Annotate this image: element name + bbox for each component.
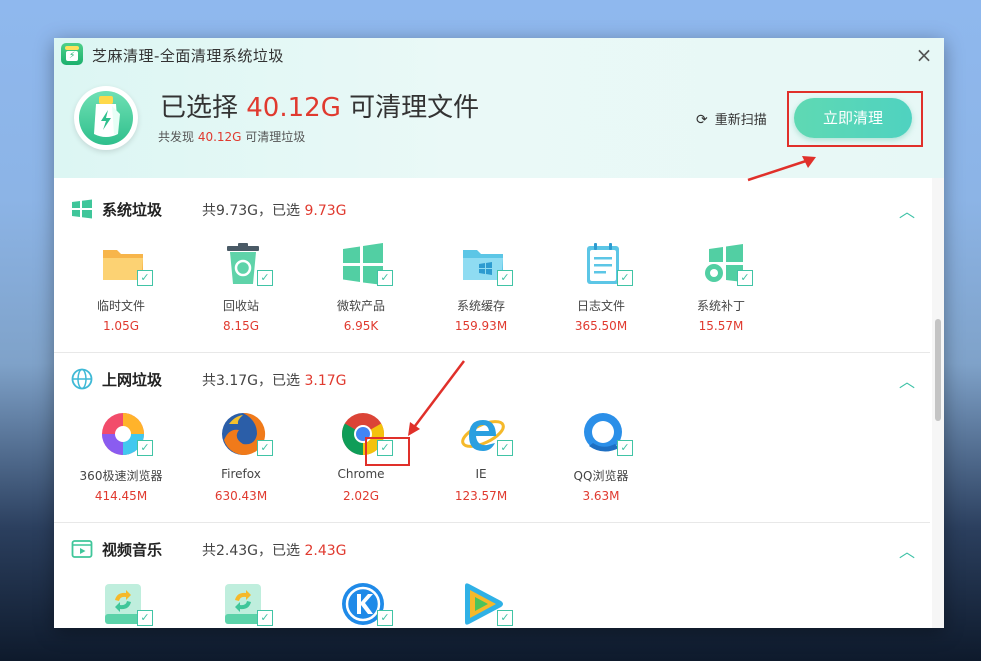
found-summary: 共发现 40.12G 可清理垃圾 bbox=[158, 128, 305, 145]
item-log-files[interactable]: ✓ 日志文件 365.50M bbox=[546, 240, 656, 340]
checkbox-checked[interactable]: ✓ bbox=[617, 270, 633, 286]
video-icon bbox=[71, 540, 93, 558]
junk-list: 系统垃圾 共9.73G，已选 9.73G ︿ ✓ 临时文件 1.05G ✓ 回收… bbox=[54, 178, 944, 628]
rescan-label: 重新扫描 bbox=[714, 113, 767, 128]
checkbox-checked[interactable]: ✓ bbox=[497, 610, 513, 626]
sub-suffix: 可清理垃圾 bbox=[241, 130, 306, 144]
checkbox-checked[interactable]: ✓ bbox=[377, 270, 393, 286]
item-microsoft-products[interactable]: ✓ 微软产品 6.95K bbox=[306, 240, 416, 340]
checkbox-checked[interactable]: ✓ bbox=[737, 270, 753, 286]
item-name: 微软产品 bbox=[336, 299, 385, 313]
checkbox-checked[interactable]: ✓ bbox=[377, 440, 393, 456]
section-web-junk: 上网垃圾 共3.17G，已选 3.17G ︿ ✓ 360极速浏览器 414.45… bbox=[54, 348, 930, 518]
stat-selected: 2.43G bbox=[304, 543, 347, 559]
window-title: 芝麻清理-全面清理系统垃圾 bbox=[92, 47, 284, 65]
stat-prefix: 共9.73G，已选 bbox=[202, 203, 305, 219]
item-size: 123.57M bbox=[454, 489, 508, 503]
section-system-junk: 系统垃圾 共9.73G，已选 9.73G ︿ ✓ 临时文件 1.05G ✓ 回收… bbox=[54, 178, 930, 348]
item-name: 回收站 bbox=[222, 299, 259, 313]
item-chrome[interactable]: ✓ Chrome 2.02G bbox=[306, 410, 416, 510]
item-size: 630.43M bbox=[214, 489, 268, 503]
headline-amount: 40.12G bbox=[246, 93, 341, 123]
chevron-up-icon[interactable]: ︿ bbox=[899, 538, 917, 561]
chevron-up-icon[interactable]: ︿ bbox=[899, 198, 917, 221]
rescan-button[interactable]: ⟳ 重新扫描 bbox=[696, 109, 767, 128]
item-kugou[interactable]: ✓ bbox=[306, 580, 416, 628]
item-360-browser[interactable]: ✓ 360极速浏览器 414.45M bbox=[66, 410, 176, 510]
app-window: ⚡ 芝麻清理-全面清理系统垃圾 × 已选择 40.12G 可清理文件 共发现 4… bbox=[54, 38, 944, 628]
item-firefox[interactable]: ✓ Firefox 630.43M bbox=[186, 410, 296, 510]
item-size: 414.45M bbox=[94, 489, 148, 503]
section-stat: 共9.73G，已选 9.73G bbox=[202, 200, 347, 220]
section-stat: 共3.17G，已选 3.17G bbox=[202, 370, 347, 390]
item-size: 15.57M bbox=[698, 319, 744, 333]
checkbox-checked[interactable]: ✓ bbox=[137, 270, 153, 286]
item-qq-browser[interactable]: ✓ QQ浏览器 3.63M bbox=[546, 410, 656, 510]
app-logo-icon: ⚡ bbox=[61, 43, 83, 65]
item-name: 日志文件 bbox=[576, 299, 625, 313]
section-title: 视频音乐 bbox=[102, 541, 163, 559]
item-size: 365.50M bbox=[574, 319, 628, 333]
item-size: 159.93M bbox=[454, 319, 508, 333]
item-size: 1.05G bbox=[102, 319, 140, 333]
stat-prefix: 共2.43G，已选 bbox=[202, 543, 305, 559]
sub-amount: 40.12G bbox=[197, 130, 242, 144]
section-video-music: 视频音乐 共2.43G，已选 2.43G ︿ ✓ ✓ ✓ ✓ bbox=[54, 518, 930, 628]
checkbox-checked[interactable]: ✓ bbox=[137, 610, 153, 626]
item-size: 3.63M bbox=[582, 489, 620, 503]
item-tencent-video[interactable]: ✓ bbox=[426, 580, 536, 628]
close-button[interactable]: × bbox=[914, 45, 934, 66]
checkbox-checked[interactable]: ✓ bbox=[377, 610, 393, 626]
item-system-cache[interactable]: ✓ 系统缓存 159.93M bbox=[426, 240, 536, 340]
sub-prefix: 共发现 bbox=[158, 130, 198, 144]
item-recycle-bin[interactable]: ✓ 回收站 8.15G bbox=[186, 240, 296, 340]
item-name: 系统补丁 bbox=[696, 299, 745, 313]
checkbox-checked[interactable]: ✓ bbox=[497, 270, 513, 286]
item-video-cache[interactable]: ✓ bbox=[66, 580, 176, 628]
section-title: 上网垃圾 bbox=[102, 371, 163, 389]
item-music-cache[interactable]: ✓ bbox=[186, 580, 296, 628]
headline-suffix: 可清理文件 bbox=[340, 93, 480, 123]
item-ie[interactable]: ✓ IE 123.57M bbox=[426, 410, 536, 510]
item-name: Firefox bbox=[221, 467, 261, 481]
chevron-up-icon[interactable]: ︿ bbox=[899, 368, 917, 391]
header-panel: ⚡ 芝麻清理-全面清理系统垃圾 × 已选择 40.12G 可清理文件 共发现 4… bbox=[54, 38, 944, 178]
stat-selected: 3.17G bbox=[304, 373, 347, 389]
selected-summary: 已选择 40.12G 可清理文件 bbox=[160, 87, 479, 124]
checkbox-checked[interactable]: ✓ bbox=[617, 440, 633, 456]
headline-prefix: 已选择 bbox=[160, 93, 247, 123]
item-name: QQ浏览器 bbox=[573, 469, 629, 483]
item-name: IE bbox=[475, 467, 487, 481]
item-name: 临时文件 bbox=[96, 299, 145, 313]
clean-now-button[interactable]: 立即清理 bbox=[794, 98, 912, 138]
checkbox-checked[interactable]: ✓ bbox=[137, 440, 153, 456]
scrollbar[interactable] bbox=[932, 178, 944, 628]
cleaner-logo-icon bbox=[74, 86, 138, 150]
windows-icon bbox=[72, 199, 92, 219]
item-name: 系统缓存 bbox=[456, 299, 505, 313]
checkbox-checked[interactable]: ✓ bbox=[497, 440, 513, 456]
item-temp-files[interactable]: ✓ 临时文件 1.05G bbox=[66, 240, 176, 340]
stat-selected: 9.73G bbox=[304, 203, 347, 219]
stat-prefix: 共3.17G，已选 bbox=[202, 373, 305, 389]
globe-icon bbox=[71, 368, 93, 390]
item-size: 2.02G bbox=[342, 489, 380, 503]
scroll-thumb[interactable] bbox=[935, 319, 941, 421]
item-size: 6.95K bbox=[343, 319, 379, 333]
checkbox-checked[interactable]: ✓ bbox=[257, 610, 273, 626]
refresh-icon: ⟳ bbox=[696, 112, 708, 128]
item-system-patches[interactable]: ✓ 系统补丁 15.57M bbox=[666, 240, 776, 340]
item-size: 8.15G bbox=[222, 319, 260, 333]
checkbox-checked[interactable]: ✓ bbox=[257, 270, 273, 286]
item-name: Chrome bbox=[337, 467, 385, 481]
checkbox-checked[interactable]: ✓ bbox=[257, 440, 273, 456]
section-stat: 共2.43G，已选 2.43G bbox=[202, 540, 347, 560]
title-bar: ⚡ 芝麻清理-全面清理系统垃圾 × bbox=[54, 38, 944, 72]
section-title: 系统垃圾 bbox=[102, 201, 163, 219]
item-name: 360极速浏览器 bbox=[79, 469, 163, 483]
